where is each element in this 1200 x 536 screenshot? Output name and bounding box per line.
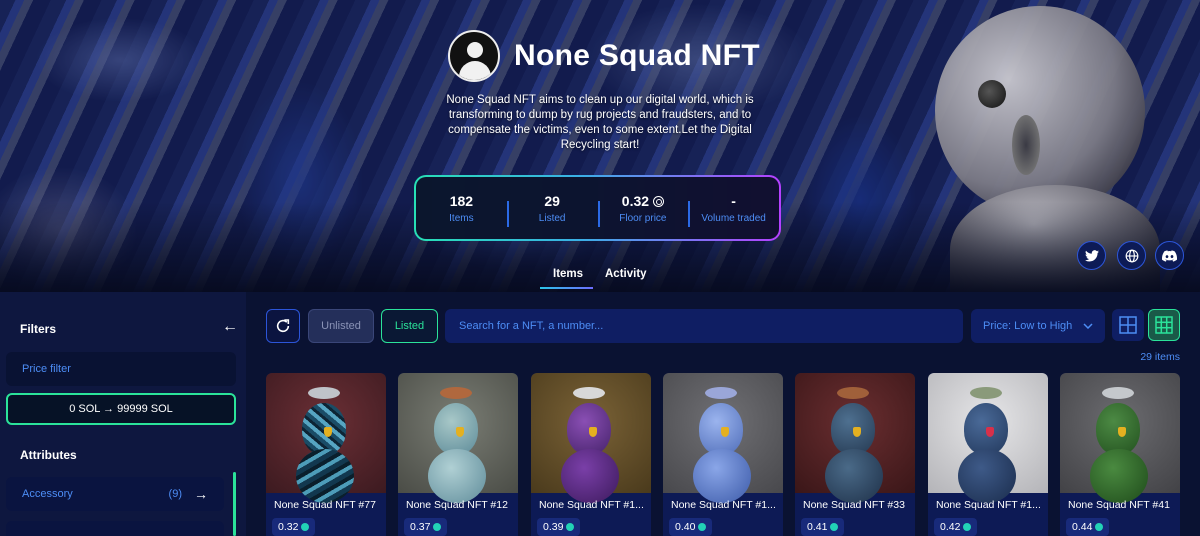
listed-filter-button[interactable]: Listed [381,309,438,343]
grid-large-icon [1119,316,1137,334]
stat-listed: 29 Listed [506,193,598,227]
stat-items: 182 Items [449,192,474,224]
nft-image [795,373,915,503]
attributes-title: Attributes [20,448,77,462]
nft-name: None Squad NFT #77 [274,499,376,511]
sol-coin-icon [433,523,442,531]
collection-tabs: Items Activity [0,262,1200,292]
items-count: 29 items [1140,351,1180,363]
nft-card[interactable]: None Squad NFT #1... 0.40 [663,373,783,536]
refresh-icon [276,319,290,333]
nft-image [266,373,386,503]
sol-coin-icon [1095,523,1104,531]
tab-activity[interactable]: Activity [605,268,647,280]
items-panel: Unlisted Listed Price: Low to High 29 it… [246,292,1200,536]
nft-card[interactable]: None Squad NFT #41 0.44 [1060,373,1180,536]
small-grid-view-button[interactable] [1148,309,1180,341]
nft-image [1060,373,1180,503]
large-grid-view-button[interactable] [1112,309,1144,341]
sol-coin-icon [566,523,575,531]
nft-price: 0.32 [272,518,316,536]
banner-moon-figure [935,6,1145,216]
attribute-accessory[interactable]: Accessory (9) → [6,477,224,511]
tab-items[interactable]: Items [553,268,583,280]
nft-card[interactable]: None Squad NFT #33 0.41 [795,373,915,536]
nft-card[interactable]: None Squad NFT #1... 0.39 [531,373,651,536]
sol-coin-icon [830,523,839,531]
nft-image [928,373,1048,503]
nft-card[interactable]: None Squad NFT #1... 0.42 [928,373,1048,536]
nft-name: None Squad NFT #1... [936,499,1041,511]
sidebar-scrollbar[interactable] [233,472,236,536]
nft-card[interactable]: None Squad NFT #77 0.32 [266,373,386,536]
stat-floor-price: 0.32 Floor price [597,193,689,227]
collection-stats: 182 Items 29 Listed 0.32 Floor price - V… [414,175,781,241]
refresh-button[interactable] [266,309,300,343]
chevron-down-icon [1083,323,1093,329]
nft-image [398,373,518,503]
sol-coin-icon [301,523,310,531]
collection-description: None Squad NFT aims to clean up our digi… [446,94,754,151]
globe-icon [1125,249,1138,262]
twitter-icon [1084,249,1099,261]
nft-name: None Squad NFT #1... [539,499,644,511]
sort-select[interactable]: Price: Low to High [971,309,1105,343]
collapse-filters-arrow-icon[interactable]: ← [222,318,238,336]
discord-icon [1162,249,1177,262]
price-range-field[interactable]: 0 SOL → 99999 SOL [6,393,236,425]
sol-coin-icon [698,523,707,531]
nft-name: None Squad NFT #33 [803,499,905,511]
active-tab-indicator [540,287,593,289]
collection-avatar [448,30,500,82]
stat-volume-traded: - Volume traded [688,193,779,227]
attribute-item[interactable] [6,521,224,536]
nft-name: None Squad NFT #1... [671,499,776,511]
nft-price: 0.40 [669,518,713,536]
nft-price: 0.37 [404,518,448,536]
price-filter-toggle[interactable]: Price filter [6,352,236,386]
nft-price: 0.44 [1066,518,1110,536]
nft-price: 0.41 [801,518,845,536]
page: None Squad NFT None Squad NFT aims to cl… [0,0,1200,536]
sol-coin-icon [652,195,664,207]
nft-image [531,373,651,503]
collection-header: None Squad NFT [448,30,760,82]
arrow-right-icon: → [194,486,208,502]
nft-card[interactable]: None Squad NFT #12 0.37 [398,373,518,536]
nft-name: None Squad NFT #41 [1068,499,1170,511]
filters-title: Filters [20,322,57,336]
nft-price: 0.42 [934,518,978,536]
sol-coin-icon [963,523,972,531]
collection-title: None Squad NFT [514,39,760,72]
search-input[interactable] [445,309,963,343]
nft-price: 0.39 [537,518,581,536]
nft-image [663,373,783,503]
grid-small-icon [1155,316,1173,334]
nft-name: None Squad NFT #12 [406,499,508,511]
unlisted-filter-button[interactable]: Unlisted [308,309,374,343]
filters-sidebar: Filters ← Price filter 0 SOL → 99999 SOL… [0,292,246,536]
